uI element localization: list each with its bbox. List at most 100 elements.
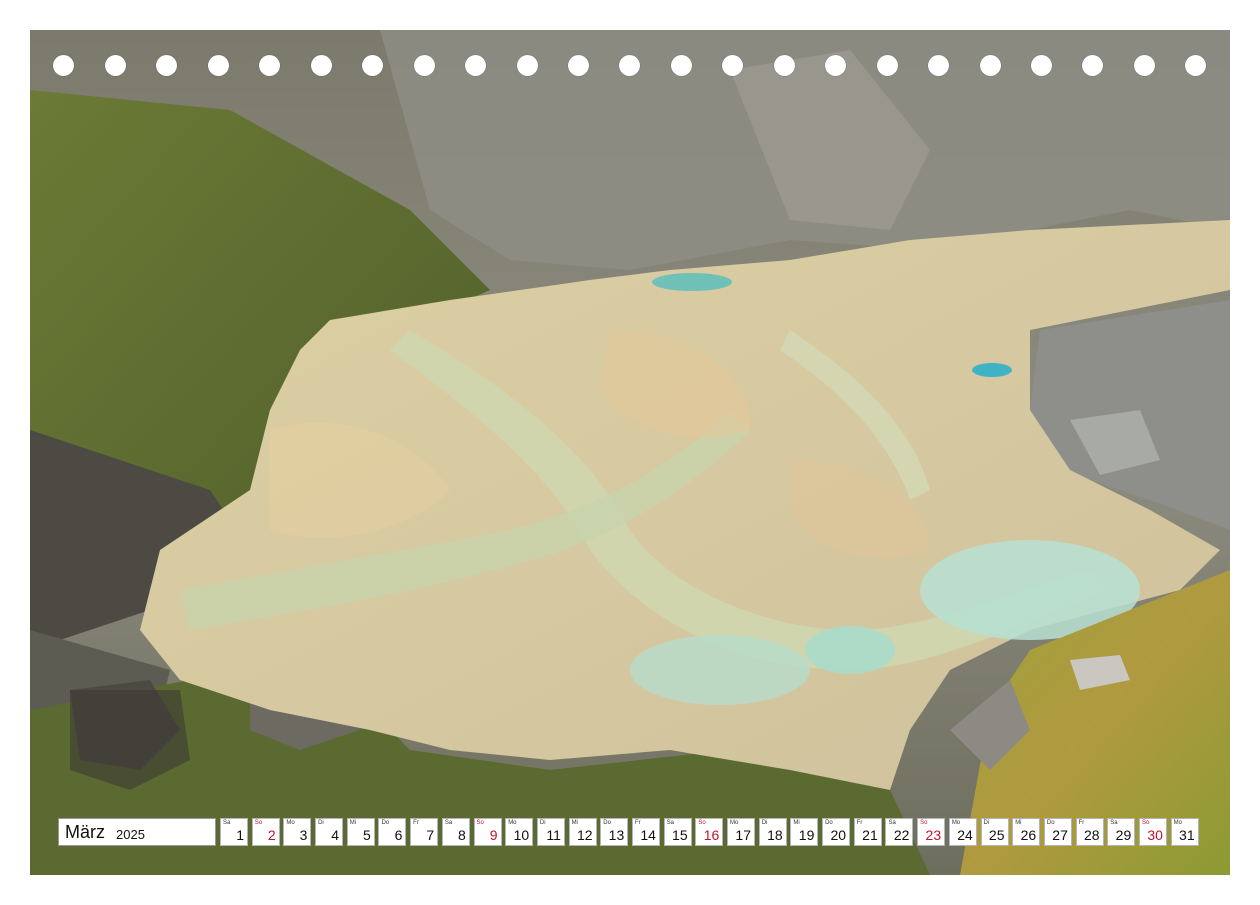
weekday-label: Di [318, 820, 324, 826]
day-cell: Mi 5 [346, 818, 375, 846]
weekday-label: Mo [508, 820, 517, 826]
day-number: 13 [608, 827, 625, 843]
weekday-label: So [698, 820, 706, 826]
weekday-label: Di [983, 820, 990, 826]
binding-hole [105, 55, 126, 76]
weekday-label: Mi [1015, 820, 1022, 826]
binding-hole [517, 55, 538, 76]
binding-hole [1082, 55, 1103, 76]
binding-hole [877, 55, 898, 76]
binding-hole [465, 55, 486, 76]
weekday-label: Sa [1110, 820, 1118, 826]
day-cell: Mo 24 [948, 818, 977, 846]
day-cell: Mi 12 [568, 818, 597, 846]
weekday-label: Do [381, 820, 390, 826]
day-cell: Mo 31 [1170, 818, 1199, 846]
day-number: 22 [893, 827, 910, 843]
binding-hole [362, 55, 383, 76]
day-number: 15 [672, 827, 688, 843]
month-name: März [65, 822, 105, 842]
binding-holes [30, 30, 1230, 105]
binding-hole [311, 55, 332, 76]
binding-hole [619, 55, 640, 76]
binding-hole [774, 55, 795, 76]
binding-hole [53, 55, 74, 76]
day-number: 28 [1083, 827, 1100, 843]
day-cell: Fr 14 [631, 818, 660, 846]
binding-hole [722, 55, 743, 76]
day-number: 30 [1147, 827, 1163, 843]
weekday-label: Fr [634, 820, 641, 826]
day-number: 23 [925, 827, 942, 843]
day-number: 24 [957, 827, 973, 843]
day-number: 12 [576, 827, 593, 843]
day-cells: Sa 1 So 2 Mo 3 Di 4 Mi 5 Do 6 Fr 7 Sa 8 So 9 Mo 10 Di 11 Mi 12 D… [220, 818, 1202, 846]
day-cell: Di 11 [536, 818, 565, 846]
weekday-label: Do [1046, 820, 1055, 826]
day-cell: Mo 3 [283, 818, 312, 846]
day-cell: Mo 17 [727, 818, 755, 846]
day-number: 20 [830, 827, 847, 843]
day-cell: Fr 28 [1075, 818, 1104, 846]
day-cell: Do 20 [822, 818, 851, 846]
day-number: 31 [1179, 827, 1195, 843]
month-year: 2025 [116, 827, 145, 842]
weekday-label: Mo [1173, 820, 1182, 826]
day-cell: Do 13 [600, 818, 629, 846]
binding-hole [980, 55, 1001, 76]
day-number: 8 [458, 827, 466, 843]
weekday-label: Mo [951, 820, 961, 826]
day-cell: Sa 29 [1107, 818, 1136, 846]
weekday-label: Mi [571, 820, 578, 826]
day-cell: Mi 26 [1012, 818, 1041, 846]
day-cell: Di 25 [980, 818, 1009, 846]
binding-hole [825, 55, 846, 76]
weekday-label: Mo [286, 820, 295, 826]
day-cell: So 2 [251, 818, 280, 846]
glacier-lake-image [30, 30, 1230, 875]
day-cell: Fr 21 [853, 818, 882, 846]
binding-hole [414, 55, 435, 76]
binding-hole [1031, 55, 1052, 76]
day-number: 1 [236, 827, 244, 843]
binding-hole [1134, 55, 1155, 76]
weekday-label: Do [603, 820, 611, 826]
binding-hole [671, 55, 692, 76]
day-cell: So 16 [695, 818, 724, 846]
weekday-label: Fr [1078, 820, 1085, 826]
binding-hole [259, 55, 280, 76]
binding-hole [156, 55, 177, 76]
weekday-label: Sa [666, 820, 674, 826]
day-cell: Di 18 [758, 818, 787, 846]
day-number: 17 [735, 827, 751, 843]
day-number: 7 [426, 827, 435, 843]
weekday-label: So [920, 820, 928, 826]
day-number: 9 [489, 827, 498, 843]
day-number: 21 [862, 827, 878, 843]
day-cell: Mo 10 [505, 818, 534, 846]
weekday-label: So [254, 820, 263, 826]
day-number: 5 [362, 827, 371, 843]
weekday-label: So [476, 820, 484, 826]
day-number: 26 [1020, 827, 1037, 843]
day-number: 6 [394, 827, 403, 843]
weekday-label: Mo [730, 820, 739, 826]
day-cell: So 23 [917, 818, 946, 846]
day-number: 29 [1115, 827, 1132, 843]
day-cell: Sa 15 [663, 818, 692, 846]
day-number: 18 [767, 827, 783, 843]
day-cell: Fr 7 [410, 818, 439, 846]
weekday-label: Di [761, 820, 768, 826]
calendar-strip: März 2025 Sa 1 So 2 Mo 3 Di 4 Mi 5 Do 6 Fr 7 Sa 8 So 9 Mo 1… [58, 818, 1202, 846]
day-number: 4 [331, 827, 340, 843]
day-cell: Di 4 [315, 818, 344, 846]
weekday-label: Fr [856, 820, 863, 826]
weekday-label: Do [825, 820, 833, 826]
binding-hole [208, 55, 229, 76]
day-number: 14 [640, 827, 656, 843]
calendar-photo [30, 30, 1230, 875]
binding-hole [568, 55, 589, 76]
day-cell: Mi 19 [790, 818, 819, 846]
weekday-label: Sa [444, 820, 453, 826]
day-number: 3 [299, 827, 308, 843]
